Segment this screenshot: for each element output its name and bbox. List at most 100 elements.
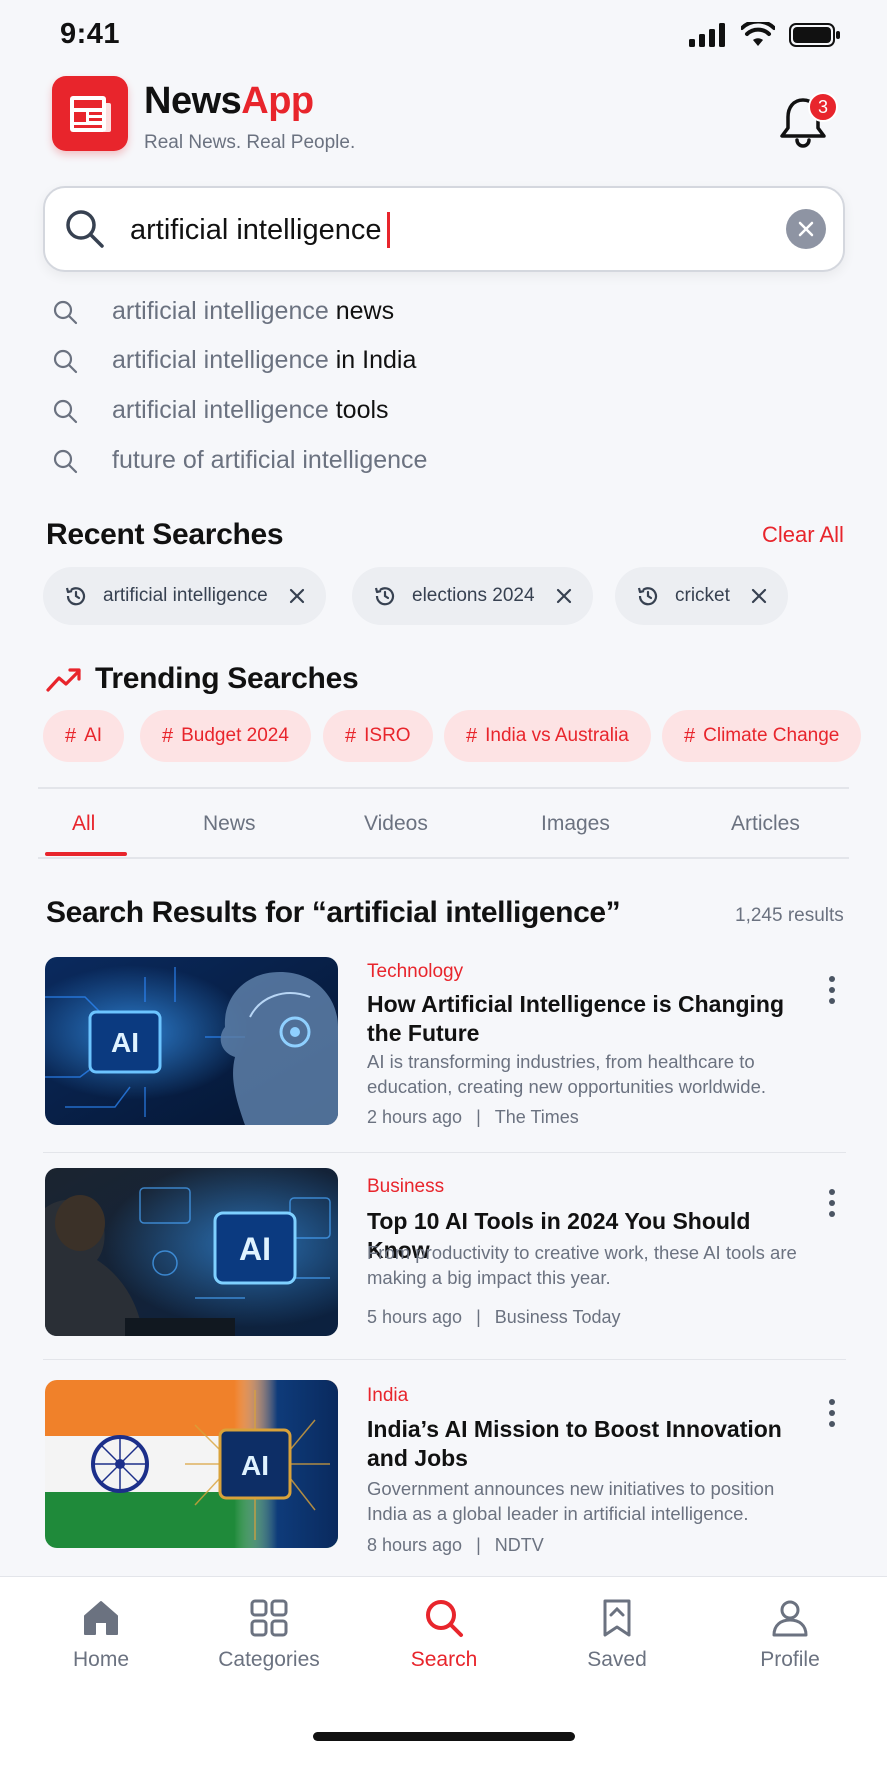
status-icons	[689, 22, 841, 48]
article-time: 2 hours ago	[367, 1107, 463, 1127]
search-icon	[53, 449, 78, 473]
suggestion-item[interactable]: artificial intelligence news	[52, 297, 394, 326]
article-headline[interactable]: India’s AI Mission to Boost Innovation a…	[367, 1415, 807, 1473]
tab-images[interactable]: Images	[541, 812, 610, 836]
meta-separator: |	[476, 1307, 481, 1327]
search-query-text: artificial intelligence	[130, 213, 382, 246]
recent-searches-title: Recent Searches	[46, 518, 284, 551]
trending-chip[interactable]: # Climate Change	[662, 710, 862, 762]
meta-separator: |	[476, 1107, 481, 1127]
text-caret	[387, 212, 391, 248]
grid-icon	[250, 1599, 288, 1637]
article-time: 5 hours ago	[367, 1307, 463, 1327]
suggestion-completion: tools	[328, 396, 389, 424]
history-icon	[637, 587, 658, 606]
suggestion-match: future of artificial intelligence	[112, 446, 428, 474]
article-thumbnail[interactable]: AI	[45, 1380, 338, 1548]
recent-chip-label: artificial intelligence	[103, 585, 268, 606]
tab-videos[interactable]: Videos	[364, 812, 428, 836]
suggestion-match: artificial intelligence	[112, 346, 329, 374]
nav-categories[interactable]: Categories	[204, 1598, 334, 1672]
article-meta: 8 hours ago | NDTV	[367, 1535, 544, 1556]
search-icon	[53, 300, 78, 324]
trending-chip[interactable]: # India vs Australia	[444, 710, 651, 762]
article-source: Business Today	[494, 1307, 621, 1327]
search-icon	[53, 399, 78, 423]
recent-chip[interactable]: artificial intelligence	[43, 567, 326, 625]
hashtag-icon: #	[345, 724, 357, 747]
image-ai-label: AI	[239, 1231, 271, 1267]
hashtag-icon: #	[466, 724, 478, 747]
person-icon	[772, 1600, 808, 1637]
wifi-icon	[741, 22, 775, 46]
divider	[38, 787, 849, 789]
active-tab-indicator	[45, 852, 127, 856]
divider	[43, 1152, 846, 1153]
trending-chip[interactable]: # Budget 2024	[140, 710, 311, 762]
article-meta: 5 hours ago | Business Today	[367, 1307, 621, 1328]
article-source: The Times	[494, 1107, 579, 1127]
remove-icon[interactable]	[288, 587, 306, 605]
newspaper-icon	[70, 95, 111, 132]
article-time: 8 hours ago	[367, 1535, 463, 1555]
article-meta: 2 hours ago | The Times	[367, 1107, 579, 1128]
nav-label: Saved	[587, 1648, 647, 1671]
clear-search-button[interactable]	[786, 209, 826, 249]
nav-label: Home	[72, 1648, 130, 1671]
article-thumbnail[interactable]: AI	[45, 1168, 338, 1336]
battery-icon	[789, 23, 840, 47]
meta-separator: |	[476, 1535, 481, 1555]
suggestion-completion: news	[328, 297, 395, 325]
recent-chip[interactable]: elections 2024	[352, 567, 593, 625]
search-query[interactable]: artificial intelligence	[130, 212, 391, 248]
article-headline[interactable]: How Artificial Intelligence is Changing …	[367, 990, 807, 1048]
hashtag-icon: #	[684, 724, 696, 747]
home-icon	[84, 1601, 118, 1635]
app-logo[interactable]	[52, 76, 128, 151]
trending-searches-title: Trending Searches	[95, 662, 359, 695]
nav-saved[interactable]: Saved	[552, 1598, 682, 1672]
article-snippet: Government announces new initiatives to …	[367, 1478, 775, 1524]
more-options-icon[interactable]	[820, 1395, 844, 1431]
recent-chip-label: elections 2024	[412, 585, 535, 606]
trending-chip-label: AI	[84, 725, 103, 746]
suggestion-item[interactable]: future of artificial intelligence	[52, 446, 427, 475]
tab-all[interactable]: All	[72, 812, 95, 836]
recent-chip[interactable]: cricket	[615, 567, 788, 625]
search-icon	[53, 349, 78, 373]
article-thumbnail[interactable]: AI	[45, 957, 338, 1125]
suggestion-item[interactable]: artificial intelligence tools	[52, 396, 389, 425]
nav-search[interactable]: Search	[379, 1598, 509, 1672]
app-tagline: Real News. Real People.	[144, 132, 356, 153]
nav-home[interactable]: Home	[36, 1598, 166, 1672]
search-icon	[66, 210, 104, 248]
trending-up-icon	[46, 668, 81, 692]
status-time: 9:41	[60, 18, 121, 50]
trending-chip[interactable]: # ISRO	[323, 710, 433, 762]
more-options-icon[interactable]	[820, 1185, 844, 1221]
clear-all-button[interactable]: Clear All	[762, 522, 844, 548]
suggestion-item[interactable]: artificial intelligence in India	[52, 346, 416, 375]
remove-icon[interactable]	[555, 587, 573, 605]
article-category[interactable]: India	[367, 1385, 408, 1407]
nav-label: Categories	[218, 1648, 320, 1671]
ai-brain-image: AI	[45, 957, 338, 1125]
trending-chip-label: Climate Change	[703, 725, 840, 746]
tab-news[interactable]: News	[203, 812, 256, 836]
nav-profile[interactable]: Profile	[725, 1598, 855, 1672]
image-ai-label: AI	[111, 1027, 139, 1058]
article-category[interactable]: Technology	[367, 961, 463, 983]
remove-icon[interactable]	[750, 587, 768, 605]
brand-prefix: News	[144, 80, 242, 122]
article-category[interactable]: Business	[367, 1176, 444, 1198]
article-source: NDTV	[494, 1535, 544, 1555]
more-options-icon[interactable]	[820, 972, 844, 1008]
tab-articles[interactable]: Articles	[731, 812, 800, 836]
trending-chip[interactable]: # AI	[43, 710, 125, 762]
suggestion-match: artificial intelligence	[112, 396, 329, 424]
history-icon	[65, 587, 86, 606]
brand-suffix: App	[241, 80, 314, 122]
ai-tools-image: AI	[45, 1168, 338, 1336]
notification-badge: 3	[808, 92, 838, 122]
results-title: Search Results for “artificial intellige…	[46, 896, 621, 929]
